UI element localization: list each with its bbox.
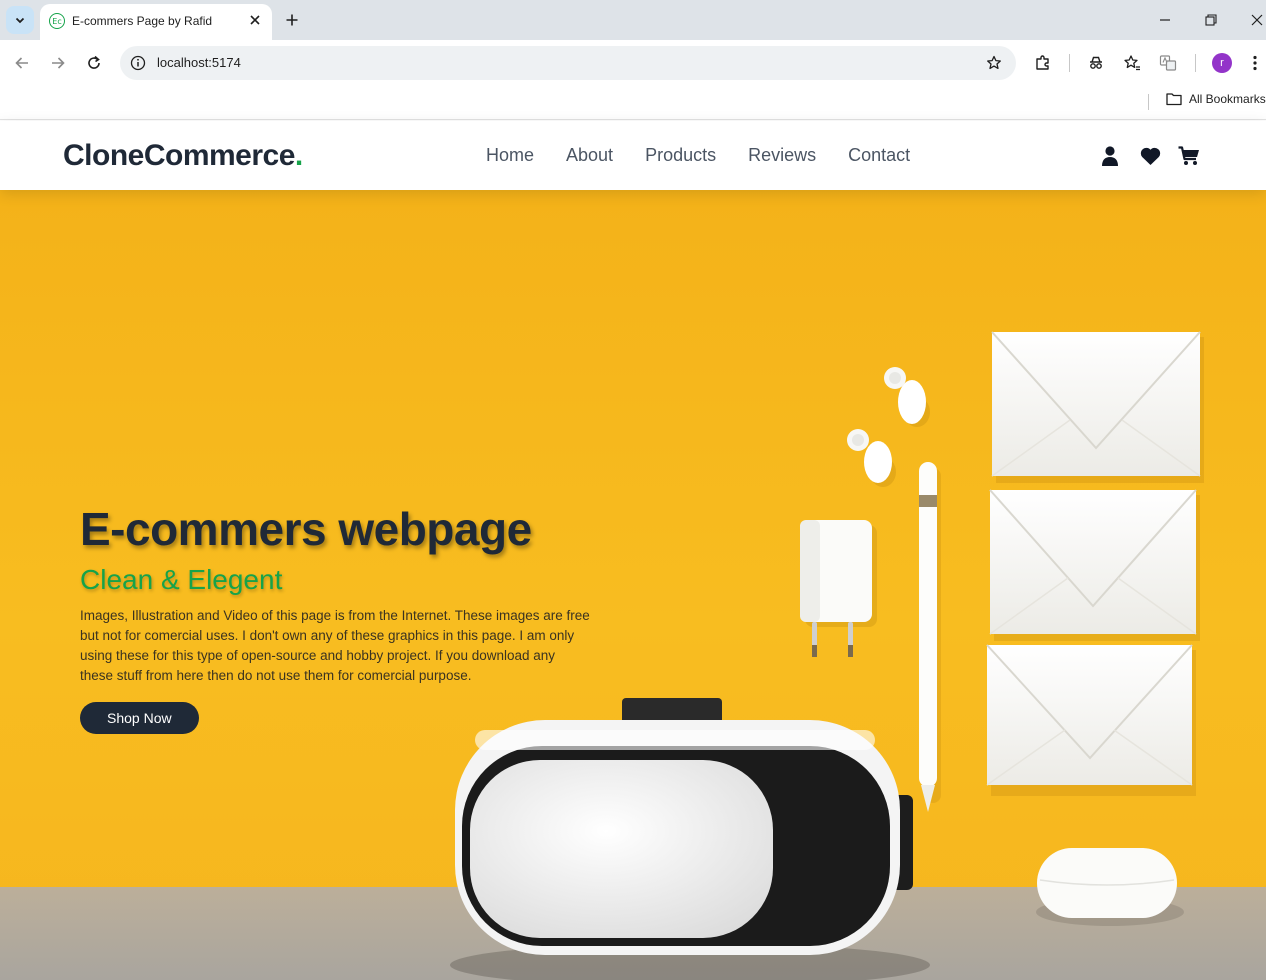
- minimize-button[interactable]: [1155, 10, 1175, 30]
- user-icon: [1102, 146, 1118, 166]
- browser-tabstrip: Ec E-commers Page by Rafid: [0, 0, 1266, 40]
- earbud-image: [884, 367, 930, 427]
- site-logo[interactable]: CloneCommerce.: [63, 139, 303, 173]
- restore-icon: [1205, 14, 1217, 26]
- nav-link-about[interactable]: About: [566, 145, 613, 166]
- profile-avatar[interactable]: r: [1212, 53, 1232, 73]
- browser-toolbar: localhost:5174 r: [0, 40, 1266, 86]
- stylus-pencil-image: [919, 462, 941, 812]
- forward-button[interactable]: [47, 52, 69, 74]
- spy-icon: [1090, 56, 1102, 69]
- shop-now-button[interactable]: Shop Now: [80, 702, 199, 734]
- restore-button[interactable]: [1201, 10, 1221, 30]
- vr-headset-image: [450, 698, 930, 980]
- more-vertical-icon: [1253, 55, 1257, 71]
- tab-search-button[interactable]: [6, 6, 34, 34]
- back-button[interactable]: [11, 52, 33, 74]
- url-text[interactable]: localhost:5174: [157, 55, 241, 70]
- star-list-icon: [1124, 55, 1140, 71]
- translate-button[interactable]: [1157, 52, 1179, 74]
- earbud-image: [847, 429, 896, 487]
- favorites-button[interactable]: [1121, 52, 1143, 74]
- close-window-button[interactable]: [1247, 10, 1266, 30]
- logo-dot: .: [294, 139, 303, 172]
- hero-content: E-commers webpage Clean & Elegent Images…: [80, 502, 590, 734]
- extensions-button[interactable]: [1032, 52, 1054, 74]
- new-tab-button[interactable]: [282, 10, 302, 30]
- nav-link-home[interactable]: Home: [486, 145, 534, 166]
- star-icon: [987, 55, 1001, 70]
- incognito-button[interactable]: [1085, 52, 1107, 74]
- reload-button[interactable]: [83, 52, 105, 74]
- site-navbar: CloneCommerce. Home About Products Revie…: [0, 121, 1266, 190]
- bookmarks-divider: [1148, 94, 1149, 110]
- all-bookmarks-label: All Bookmarks: [1189, 92, 1266, 106]
- hero-title: E-commers webpage: [80, 503, 532, 555]
- envelope-image: [986, 644, 1196, 796]
- envelope-image: [989, 489, 1200, 641]
- logo-text: CloneCommerce: [63, 139, 295, 172]
- toolbar-divider: [1069, 54, 1070, 72]
- plus-icon: [286, 14, 298, 26]
- charger-image: [800, 520, 877, 657]
- earbud-case-image: [1036, 848, 1184, 926]
- main-menu: Home About Products Reviews Contact: [486, 145, 910, 166]
- browser-tab[interactable]: Ec E-commers Page by Rafid: [40, 4, 272, 40]
- site-info-icon[interactable]: [129, 54, 147, 72]
- puzzle-icon: [1036, 55, 1049, 70]
- bookmarks-bar: All Bookmarks: [0, 86, 1266, 120]
- nav-link-contact[interactable]: Contact: [848, 145, 910, 166]
- cart-icon: [1178, 146, 1199, 165]
- all-bookmarks-button[interactable]: All Bookmarks: [1166, 92, 1266, 106]
- bookmark-star-button[interactable]: [984, 53, 1004, 73]
- address-bar[interactable]: localhost:5174: [120, 46, 1016, 80]
- translate-icon: [1159, 55, 1177, 71]
- arrow-right-icon: [52, 57, 65, 69]
- toolbar-divider: [1195, 54, 1196, 72]
- nav-link-products[interactable]: Products: [645, 145, 716, 166]
- hero-subtitle: Clean & Elegent: [80, 564, 283, 595]
- hero-description: Images, Illustration and Video of this p…: [80, 608, 590, 683]
- tab-close-button[interactable]: [246, 11, 264, 29]
- envelope-image: [991, 331, 1204, 483]
- close-icon: [250, 15, 260, 25]
- folder-icon: [1166, 93, 1182, 106]
- close-icon: [1251, 14, 1263, 26]
- account-button[interactable]: [1099, 145, 1121, 167]
- arrow-left-icon: [15, 57, 28, 69]
- hero-banner: E-commers webpage Clean & Elegent Images…: [0, 190, 1266, 980]
- chevron-down-icon: [15, 17, 25, 24]
- wishlist-button[interactable]: [1139, 145, 1161, 167]
- cart-button[interactable]: [1178, 145, 1200, 167]
- heart-icon: [1140, 147, 1160, 165]
- tab-title: E-commers Page by Rafid: [72, 14, 213, 28]
- reload-icon: [88, 55, 100, 69]
- nav-link-reviews[interactable]: Reviews: [748, 145, 816, 166]
- favicon-icon: Ec: [49, 13, 65, 29]
- browser-menu-button[interactable]: [1247, 52, 1263, 74]
- minimize-icon: [1160, 19, 1170, 21]
